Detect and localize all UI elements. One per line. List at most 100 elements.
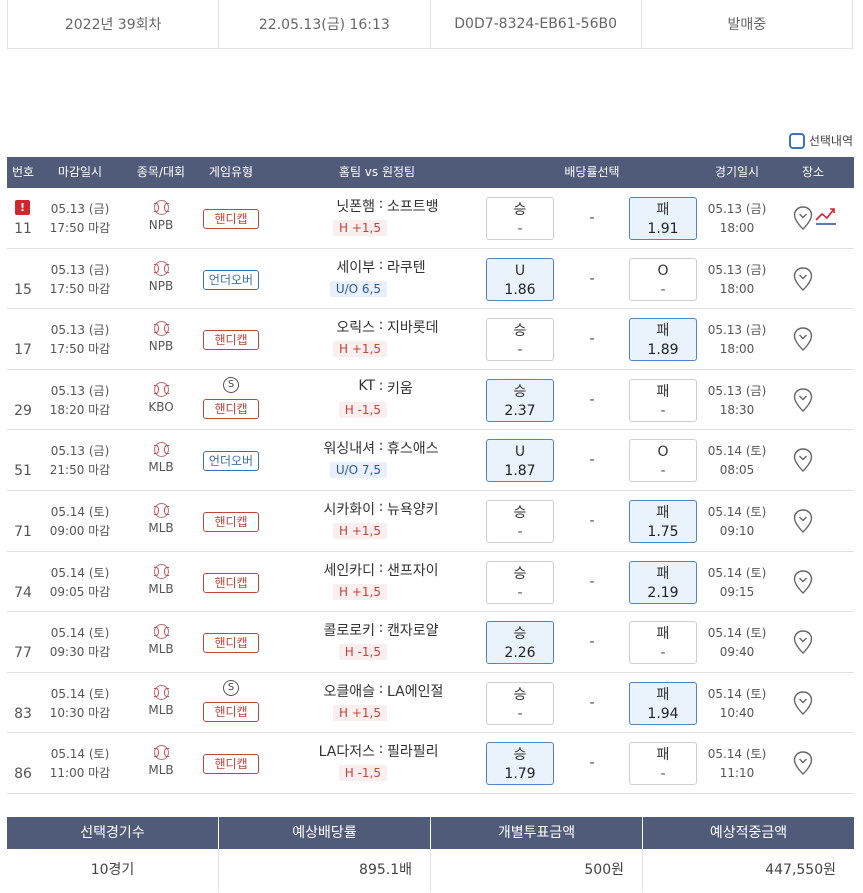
game-number: 17 — [14, 342, 32, 359]
odds-away-button[interactable]: 패 - — [629, 621, 697, 665]
table-header: 번호 마감일시 종목/대회 게임유형 홈팀 vs 원정팀 배당률선택 경기일시 … — [7, 157, 854, 188]
sport-cell: MLB — [141, 563, 181, 596]
odds-away-value: 1.91 — [647, 221, 679, 237]
venue-pin-icon[interactable] — [793, 751, 813, 776]
league-label: KBO — [148, 399, 174, 414]
odds-away-value: - — [660, 766, 666, 783]
game-date: 05.14 (토) — [707, 565, 767, 580]
deadline-cell: 05.13 (금) 17:50 마감 — [43, 261, 117, 299]
game-table: 번호 마감일시 종목/대회 게임유형 홈팀 vs 원정팀 배당률선택 경기일시 … — [7, 157, 854, 794]
away-team: 키움 — [387, 380, 413, 397]
match-cell: LA다저스 : 필라필리 H -1,5 — [265, 741, 515, 782]
odds-home-button[interactable]: 승 - — [486, 681, 554, 725]
odds-home-label: 승 — [513, 565, 527, 582]
odds-home-value: 1.86 — [504, 281, 536, 298]
deadline-time: 09:30 마감 — [49, 645, 111, 660]
home-team: 오릭스 — [336, 320, 375, 337]
venue-pin-icon[interactable] — [793, 509, 813, 533]
odds-away-button[interactable]: 패 2.19 — [629, 560, 697, 604]
venue-pin-icon[interactable] — [793, 388, 813, 412]
deadline-cell: 05.14 (토) 09:00 마감 — [43, 503, 117, 541]
baseball-icon — [153, 684, 169, 700]
odds-away-button[interactable]: 패 1.75 — [629, 499, 697, 543]
odds-draw: - — [589, 452, 595, 469]
game-number: 74 — [14, 584, 32, 601]
bet-summary: 선택경기수 예상배당률 개별투표금액 예상적중금액 10경기 895.1배 50… — [7, 817, 854, 891]
deadline-date: 05.13 (금) — [50, 202, 110, 216]
game-time: 18:00 — [719, 342, 755, 357]
summary-odds: 895.1배 — [219, 849, 431, 891]
game-number: 86 — [14, 766, 32, 783]
venue-pin-icon[interactable] — [793, 630, 813, 655]
odds-home-button[interactable]: 승 2.37 — [486, 378, 554, 422]
match-cell: 오클애슬 : LA에인절 H +1,5 — [265, 681, 515, 721]
league-label: NPB — [148, 218, 174, 232]
game-type-badge: 핸디캡 — [203, 209, 259, 229]
odds-away-button[interactable]: 패 1.89 — [629, 318, 697, 362]
odds-away-button[interactable]: 패 - — [629, 378, 697, 422]
venue-pin-icon[interactable] — [793, 691, 813, 715]
venue-pin-icon[interactable] — [793, 327, 813, 352]
game-type-cell: 핸디캡 — [197, 309, 265, 369]
odds-away-button[interactable]: 패 1.94 — [629, 681, 697, 725]
game-time: 18:00 — [719, 281, 755, 296]
select-history-toggle[interactable]: 선택내역 — [788, 132, 853, 149]
special-badge: S — [223, 679, 239, 696]
handicap-value: H +1,5 — [333, 704, 387, 721]
odds-away-button[interactable]: O - — [629, 439, 697, 483]
handicap-value: U/O 7,5 — [329, 462, 387, 479]
table-row: 51 05.13 (금) 21:50 마감 MLB 언더오버 워싱내셔 : 휴스… — [7, 430, 854, 491]
baseball-icon — [153, 624, 169, 640]
baseball-icon — [153, 321, 169, 337]
odds-home-button[interactable]: U 1.87 — [486, 439, 554, 483]
deadline-date: 05.14 (토) — [50, 626, 110, 641]
select-history-checkbox[interactable] — [788, 132, 805, 149]
home-team: 콜로로키 — [323, 623, 375, 640]
league-label: NPB — [148, 278, 174, 293]
odds-draw: - — [589, 634, 595, 651]
game-time: 10:40 — [719, 705, 755, 720]
odds-draw: - — [589, 331, 595, 348]
venue-pin-icon[interactable] — [793, 266, 813, 291]
odds-home-button[interactable]: U 1.86 — [486, 257, 554, 301]
venue-pin-icon[interactable] — [793, 206, 813, 230]
game-type-badge: 핸디캡 — [203, 701, 259, 722]
odds-away-label: 패 — [656, 383, 670, 400]
odds-home-button[interactable]: 승 - — [486, 499, 554, 543]
odds-home-button[interactable]: 승 - — [486, 318, 554, 362]
deadline-date: 05.13 (금) — [50, 444, 110, 459]
odds-home-label: 승 — [513, 383, 527, 400]
game-time: 09:10 — [719, 523, 755, 538]
odds-away-button[interactable]: 패 1.91 — [629, 197, 697, 240]
odds-away-button[interactable]: 패 - — [629, 742, 697, 786]
odds-home-button[interactable]: 승 2.26 — [486, 621, 554, 665]
odds-home-button[interactable]: 승 - — [486, 560, 554, 604]
game-number-cell: 83 — [7, 673, 39, 733]
summary-header-payout: 예상적중금액 — [709, 825, 788, 841]
trend-chart-icon[interactable] — [815, 206, 837, 226]
odds-away-button[interactable]: O - — [629, 257, 697, 301]
odds-home-button[interactable]: 승 - — [486, 197, 554, 240]
home-team: 닛폰햄 — [336, 199, 375, 215]
odds-home-label: 승 — [513, 686, 527, 703]
odds-home-button[interactable]: 승 1.79 — [486, 742, 554, 786]
odds-away-value: 1.75 — [647, 523, 679, 540]
deadline-date: 05.14 (토) — [50, 504, 110, 519]
game-type-badge: 언더오버 — [203, 269, 259, 290]
summary-header-count: 선택경기수 — [7, 817, 219, 849]
odds-away-label: O — [657, 444, 669, 461]
table-row: 83 05.14 (토) 10:30 마감 MLB S 핸디캡 오클애슬 : L… — [7, 673, 854, 734]
game-number-cell: 77 — [7, 612, 39, 672]
match-cell: 닛폰햄 : 소프트뱅 H +1,5 — [265, 196, 515, 236]
deadline-cell: 05.13 (금) 21:50 마감 — [43, 442, 117, 480]
table-row: ! 11 05.13 (금) 17:50 마감 NPB 핸디캡 닛폰햄 : 소프… — [7, 188, 854, 249]
league-label: NPB — [148, 339, 174, 354]
venue-pin-icon[interactable] — [793, 569, 813, 594]
game-number-cell: 74 — [7, 552, 39, 612]
game-type-cell: 언더오버 — [197, 249, 265, 309]
venue-pin-icon[interactable] — [793, 448, 813, 473]
home-team: 세이부 — [336, 259, 375, 276]
sport-cell: MLB — [141, 745, 181, 777]
header-odds-select: 배당률선택 — [564, 165, 620, 179]
deadline-time: 11:00 마감 — [49, 766, 111, 781]
